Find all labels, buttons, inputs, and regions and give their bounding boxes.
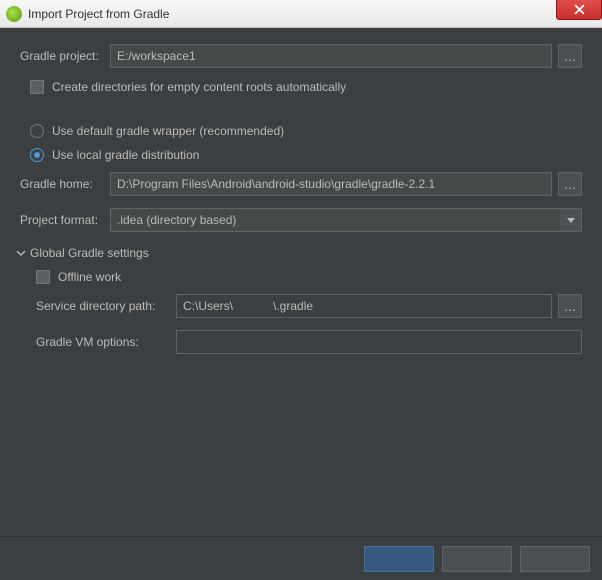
project-format-value: [110, 208, 560, 232]
gradle-home-browse-button[interactable]: …: [558, 172, 582, 196]
global-settings-panel: Offline work Service directory path: … G…: [20, 270, 582, 354]
gradle-home-input[interactable]: [110, 172, 552, 196]
service-dir-browse-button[interactable]: …: [558, 294, 582, 318]
service-dir-input[interactable]: [176, 294, 552, 318]
project-format-label: Project format:: [20, 213, 110, 227]
checkbox-icon: [36, 270, 50, 284]
project-format-row: Project format:: [20, 208, 582, 232]
radio-icon: [30, 124, 44, 138]
chevron-down-icon: [567, 218, 575, 223]
service-dir-label: Service directory path:: [36, 299, 176, 313]
project-format-dropdown[interactable]: [110, 208, 582, 232]
app-icon: [6, 6, 22, 22]
use-local-dist-option[interactable]: Use local gradle distribution: [30, 148, 582, 162]
use-local-dist-label: Use local gradle distribution: [52, 148, 199, 162]
dropdown-button: [560, 208, 582, 232]
help-button[interactable]: [520, 546, 590, 572]
radio-icon: [30, 148, 44, 162]
use-default-wrapper-option[interactable]: Use default gradle wrapper (recommended): [30, 124, 582, 138]
titlebar: Import Project from Gradle: [0, 0, 602, 28]
global-section-label: Global Gradle settings: [30, 246, 149, 260]
gradle-project-browse-button[interactable]: …: [558, 44, 582, 68]
vm-options-input[interactable]: [176, 330, 582, 354]
create-dirs-label: Create directories for empty content roo…: [52, 80, 346, 94]
main-panel: Gradle project: … Create directories for…: [0, 28, 602, 376]
gradle-project-input[interactable]: [110, 44, 552, 68]
bottom-bar: [0, 536, 602, 580]
window-title: Import Project from Gradle: [28, 7, 169, 21]
checkbox-icon: [30, 80, 44, 94]
gradle-home-row: Gradle home: …: [20, 172, 582, 196]
offline-work-label: Offline work: [58, 270, 121, 284]
vm-options-row: Gradle VM options:: [36, 330, 582, 354]
gradle-home-label: Gradle home:: [20, 177, 110, 191]
close-icon: [574, 4, 585, 15]
ok-button[interactable]: [364, 546, 434, 572]
offline-work-option[interactable]: Offline work: [36, 270, 582, 284]
global-gradle-settings-header[interactable]: Global Gradle settings: [16, 246, 582, 260]
gradle-project-label: Gradle project:: [20, 49, 110, 63]
vm-options-label: Gradle VM options:: [36, 335, 176, 349]
create-dirs-option[interactable]: Create directories for empty content roo…: [30, 80, 582, 94]
close-button[interactable]: [556, 0, 602, 20]
gradle-project-row: Gradle project: …: [20, 44, 582, 68]
cancel-button[interactable]: [442, 546, 512, 572]
use-default-wrapper-label: Use default gradle wrapper (recommended): [52, 124, 284, 138]
chevron-down-icon: [16, 248, 26, 258]
service-dir-row: Service directory path: …: [36, 294, 582, 318]
